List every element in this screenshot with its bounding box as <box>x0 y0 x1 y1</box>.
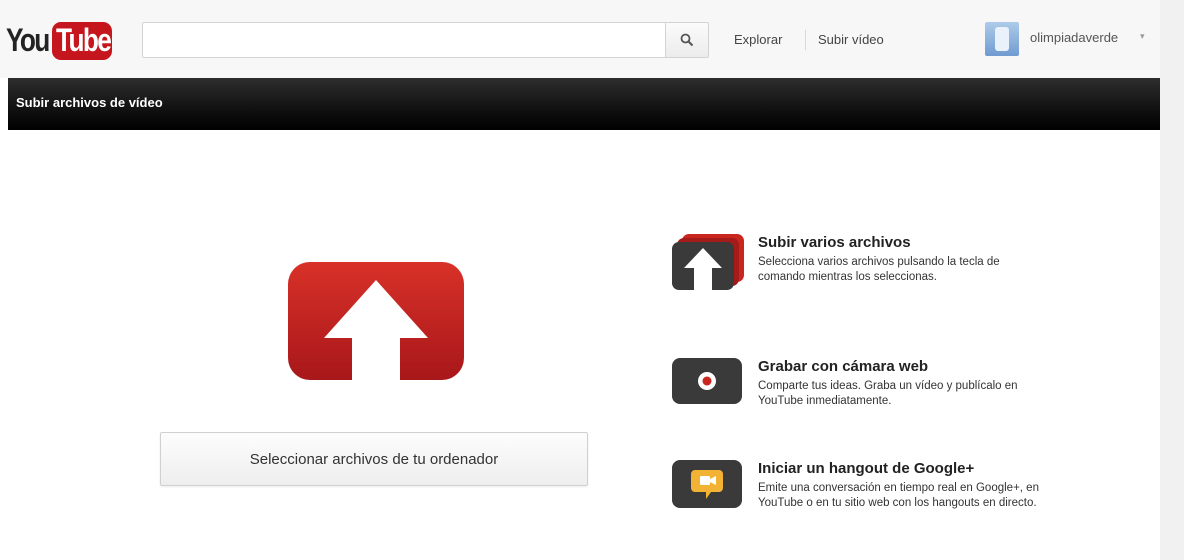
page-gutter <box>1160 0 1184 560</box>
option-webcam: Grabar con cámara web Comparte tus ideas… <box>672 358 1052 428</box>
webcam-record-icon[interactable] <box>672 358 742 408</box>
multi-upload-icon[interactable] <box>672 234 746 290</box>
option-hangout: Iniciar un hangout de Google+ Emite una … <box>672 460 1052 550</box>
page-title: Subir archivos de vídeo <box>16 95 163 110</box>
chevron-down-icon[interactable]: ▾ <box>1140 31 1145 42</box>
option-description: Comparte tus ideas. Graba un vídeo y pub… <box>758 380 1018 407</box>
search-icon <box>680 33 694 47</box>
search-button[interactable] <box>665 22 709 58</box>
upload-video-link[interactable]: Subir vídeo <box>818 32 884 47</box>
masthead: You Tube Explorar Subir vídeo olimpiadav… <box>0 0 1160 78</box>
logo-tube-text: Tube <box>56 22 112 58</box>
username[interactable]: olimpiadaverde <box>1030 30 1118 45</box>
option-title[interactable]: Subir varios archivos <box>758 234 911 251</box>
youtube-logo[interactable]: You Tube <box>2 20 122 64</box>
search-input[interactable] <box>142 22 666 58</box>
logo-you-text: You <box>6 22 50 58</box>
option-title[interactable]: Iniciar un hangout de Google+ <box>758 460 974 477</box>
avatar[interactable] <box>985 22 1019 56</box>
option-title[interactable]: Grabar con cámara web <box>758 358 928 375</box>
title-bar: Subir archivos de vídeo <box>8 78 1160 130</box>
upload-arrow-icon[interactable] <box>288 262 464 380</box>
option-description: Selecciona varios archivos pulsando la t… <box>758 256 1000 283</box>
option-description: Emite una conversación en tiempo real en… <box>758 482 1039 509</box>
hangout-icon[interactable] <box>672 460 742 510</box>
explore-link[interactable]: Explorar <box>734 32 782 47</box>
option-multi-upload: Subir varios archivos Selecciona varios … <box>672 234 1052 314</box>
select-files-button[interactable]: Seleccionar archivos de tu ordenador <box>160 432 588 486</box>
nav-divider <box>805 30 806 50</box>
